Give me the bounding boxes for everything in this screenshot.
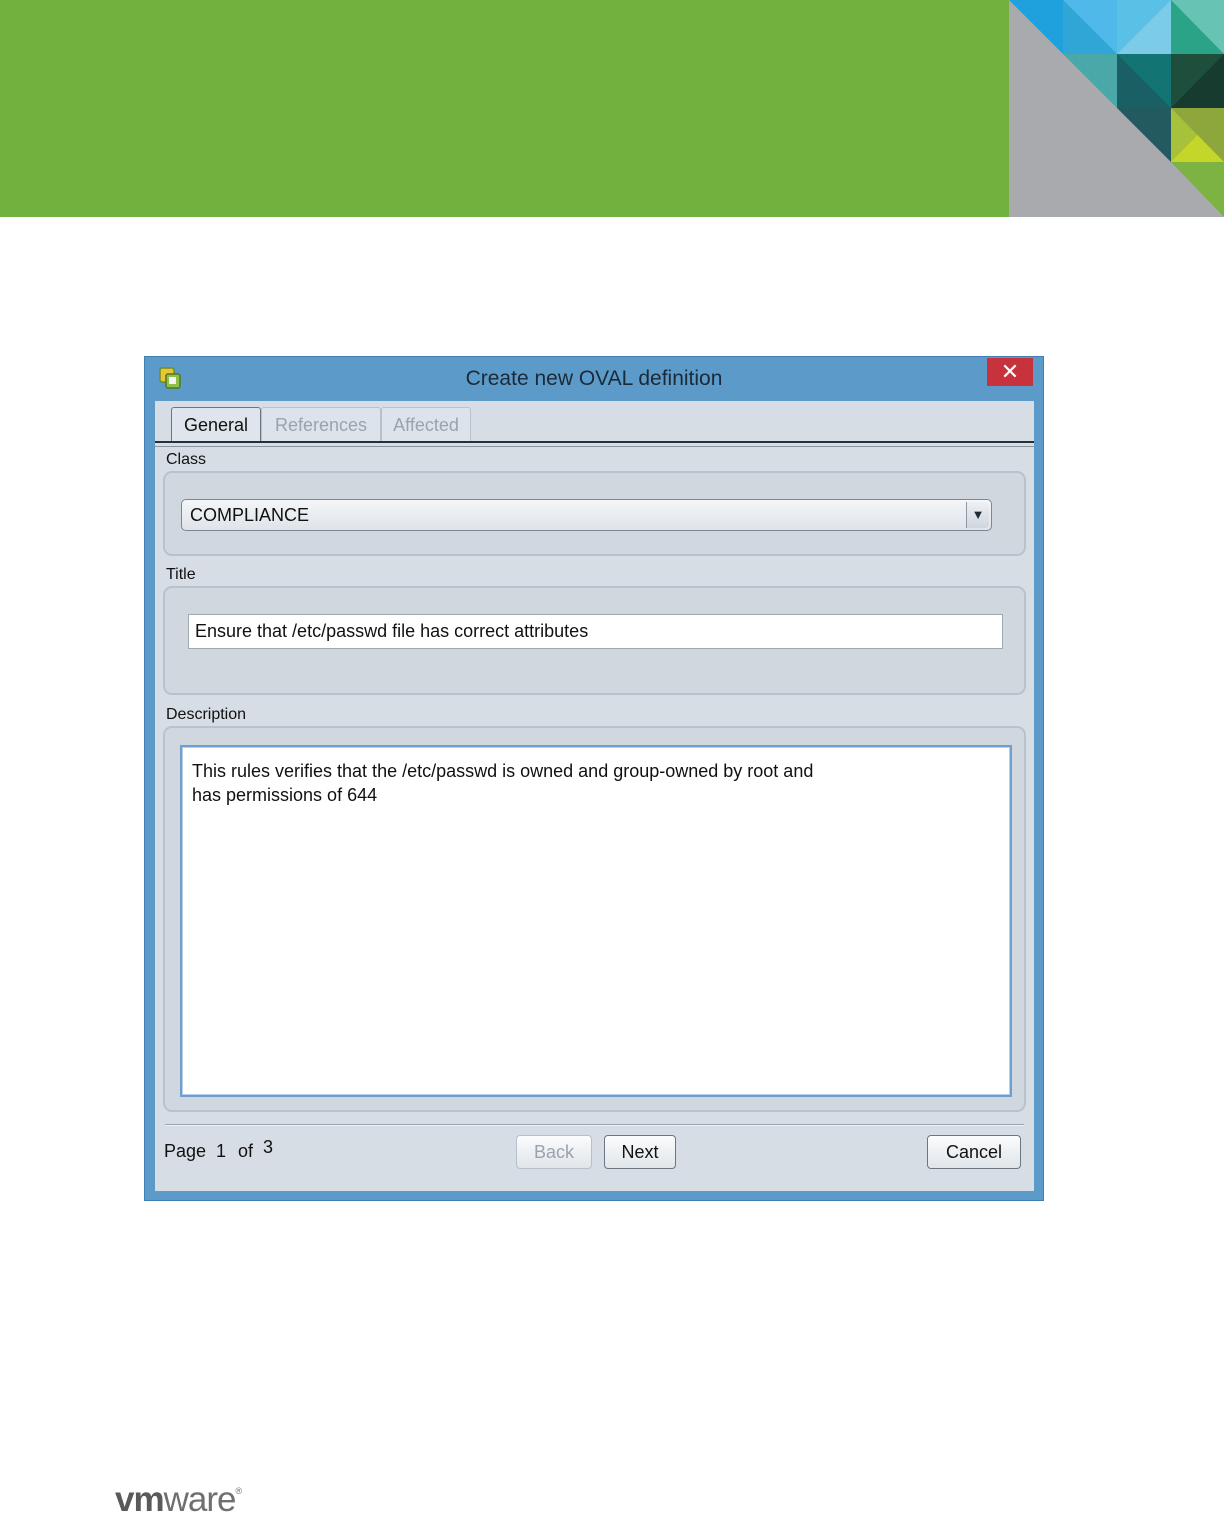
title-label: Title	[166, 566, 196, 583]
description-line-2: has permissions of 644	[192, 785, 378, 805]
description-label: Description	[166, 706, 247, 723]
class-group: COMPLIANCE ▼	[163, 471, 1026, 556]
vmware-logo: vmware®	[115, 1480, 242, 1519]
dialog-titlebar[interactable]: Create new OVAL definition ✕	[145, 357, 1043, 401]
page-label: Page	[164, 1141, 207, 1161]
class-select-value: COMPLIANCE	[190, 505, 310, 525]
description-textarea[interactable]: This rules verifies that the /etc/passwd…	[180, 745, 1012, 1097]
cancel-button[interactable]: Cancel	[927, 1135, 1021, 1169]
total-pages: 3	[263, 1137, 274, 1157]
tab-bar: General References Affected	[155, 401, 1034, 447]
title-input[interactable]: Ensure that /etc/passwd file has correct…	[188, 614, 1003, 649]
of-label: of	[238, 1141, 254, 1161]
close-icon: ✕	[1000, 359, 1020, 384]
tab-general[interactable]: General	[171, 407, 261, 443]
oval-definition-dialog: Create new OVAL definition ✕ General Ref…	[144, 356, 1044, 1201]
description-group: This rules verifies that the /etc/passwd…	[163, 726, 1026, 1112]
dialog-title: Create new OVAL definition	[465, 367, 723, 390]
class-label: Class	[166, 451, 207, 468]
chevron-down-icon[interactable]: ▼	[966, 502, 989, 528]
tab-affected[interactable]: Affected	[381, 407, 471, 442]
decorative-triangles-graphic	[1009, 0, 1224, 217]
back-button[interactable]: Back	[516, 1135, 592, 1169]
tab-references[interactable]: References	[261, 407, 381, 442]
title-group: Ensure that /etc/passwd file has correct…	[163, 586, 1026, 695]
tab-underline	[155, 441, 1034, 447]
current-page: 1	[216, 1141, 227, 1161]
next-button[interactable]: Next	[604, 1135, 676, 1169]
header-banner	[0, 0, 1224, 217]
footer-divider	[165, 1124, 1024, 1126]
dialog-client-area: General References Affected Class COMPLI…	[155, 401, 1034, 1191]
description-line-1: This rules verifies that the /etc/passwd…	[192, 761, 814, 781]
close-button[interactable]: ✕	[987, 358, 1033, 386]
class-select[interactable]: COMPLIANCE ▼	[181, 499, 992, 531]
